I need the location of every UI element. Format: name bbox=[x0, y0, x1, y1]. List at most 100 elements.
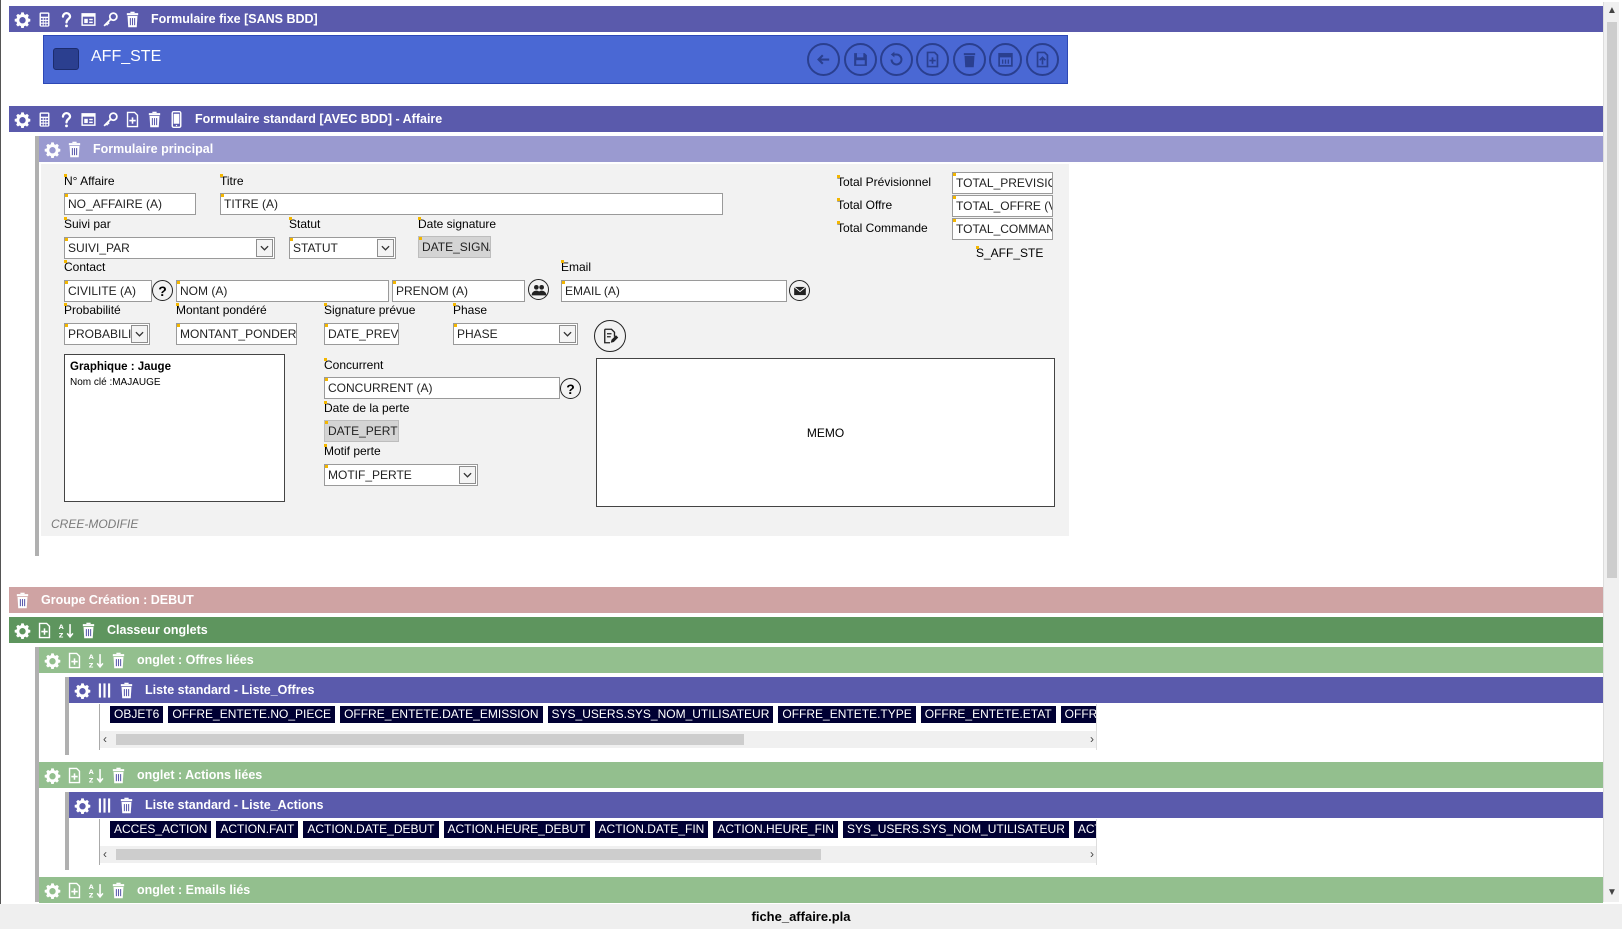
signature-prevue-field[interactable]: DATE_PREVI bbox=[324, 323, 399, 345]
column-header[interactable]: OFFRE_ENTETE.ETAT bbox=[920, 706, 1056, 723]
gear-icon[interactable] bbox=[41, 138, 63, 160]
tab-actions-bar[interactable]: onglet : Actions liées bbox=[39, 762, 1603, 788]
back-arrow-icon[interactable] bbox=[807, 43, 840, 76]
scroll-thumb[interactable] bbox=[116, 734, 744, 745]
chevron-down-icon[interactable]: ▼ bbox=[1604, 886, 1620, 900]
trash-icon[interactable] bbox=[143, 108, 165, 130]
classeur-onglets-bar[interactable]: Classeur onglets bbox=[9, 617, 1603, 643]
delete-icon[interactable] bbox=[953, 43, 986, 76]
titre-field[interactable]: TITRE (A) bbox=[220, 193, 723, 215]
sort-icon[interactable] bbox=[55, 619, 77, 641]
chevron-down-icon[interactable] bbox=[559, 325, 576, 343]
help-icon[interactable]: ? bbox=[152, 280, 173, 301]
main-form-bar[interactable]: Formulaire principal bbox=[39, 136, 1603, 162]
list-actions-scrollbar[interactable]: ‹ › bbox=[100, 846, 1096, 863]
column-header[interactable]: ACCES_ACTION bbox=[110, 821, 212, 838]
tab-offres-bar[interactable]: onglet : Offres liées bbox=[39, 647, 1603, 673]
column-header[interactable]: ACTION.HEURE_DEBUT bbox=[443, 821, 590, 838]
list-actions-bar[interactable]: Liste standard - Liste_Actions bbox=[69, 792, 1603, 818]
column-header[interactable]: OFFRE_EN bbox=[1060, 706, 1096, 723]
chevron-down-icon[interactable] bbox=[377, 239, 394, 257]
chevron-left-icon[interactable]: ‹ bbox=[103, 846, 107, 863]
column-header[interactable]: ACTION.DATE_FIN bbox=[594, 821, 709, 838]
groupe-creation-bar[interactable]: Groupe Création : DEBUT bbox=[9, 587, 1603, 613]
statut-select[interactable]: STATUT bbox=[289, 237, 396, 259]
columns-icon[interactable] bbox=[93, 679, 115, 701]
calculator-icon[interactable] bbox=[33, 108, 55, 130]
column-header[interactable]: ACTIC bbox=[1073, 821, 1096, 838]
no-affaire-field[interactable]: NO_AFFAIRE (A) bbox=[64, 193, 196, 215]
chevron-left-icon[interactable]: ‹ bbox=[103, 731, 107, 748]
undo-icon[interactable] bbox=[880, 43, 913, 76]
tab-emails-bar[interactable]: onglet : Emails liés bbox=[39, 877, 1603, 903]
total-offre-field[interactable]: TOTAL_OFFRE (V bbox=[952, 195, 1053, 217]
new-document-icon[interactable] bbox=[916, 43, 949, 76]
scroll-thumb[interactable] bbox=[116, 849, 821, 860]
gear-icon[interactable] bbox=[11, 8, 33, 30]
export-icon[interactable] bbox=[1026, 43, 1059, 76]
help-icon[interactable] bbox=[55, 108, 77, 130]
motif-perte-select[interactable]: MOTIF_PERTE bbox=[324, 464, 478, 486]
trash-icon[interactable] bbox=[107, 649, 129, 671]
vertical-scrollbar[interactable]: ▲ ▼ bbox=[1603, 2, 1619, 902]
gear-icon[interactable] bbox=[71, 679, 93, 701]
key-icon[interactable] bbox=[99, 108, 121, 130]
montant-pondere-field[interactable]: MONTANT_PONDER bbox=[176, 323, 297, 345]
gear-icon[interactable] bbox=[41, 879, 63, 901]
date-signature-field[interactable]: DATE_SIGNA bbox=[418, 236, 491, 258]
column-header[interactable]: ACTION.HEURE_FIN bbox=[713, 821, 839, 838]
prenom-field[interactable]: PRENOM (A) bbox=[392, 280, 525, 302]
nom-field[interactable]: NOM (A) bbox=[176, 280, 389, 302]
key-icon[interactable] bbox=[99, 8, 121, 30]
sort-icon[interactable] bbox=[85, 764, 107, 786]
column-header[interactable]: SYS_USERS.SYS_NOM_UTILISATEUR bbox=[547, 706, 774, 723]
column-header[interactable]: OBJET6 bbox=[110, 706, 164, 723]
date-perte-field[interactable]: DATE_PERTI bbox=[324, 420, 399, 442]
chevron-down-icon[interactable] bbox=[459, 466, 476, 484]
gear-icon[interactable] bbox=[11, 619, 33, 641]
trash-icon[interactable] bbox=[11, 589, 33, 611]
add-page-icon[interactable] bbox=[63, 879, 85, 901]
list-actions-grid[interactable]: ACCES_ACTION ACTION.FAIT ACTION.DATE_DEBUT… bbox=[99, 819, 1097, 865]
columns-icon[interactable] bbox=[93, 794, 115, 816]
column-header[interactable]: ACTION.FAIT bbox=[216, 821, 299, 838]
help-icon[interactable] bbox=[55, 8, 77, 30]
memo-area[interactable]: MEMO bbox=[596, 358, 1055, 507]
help-icon[interactable]: ? bbox=[560, 378, 581, 399]
gauge-chart-placeholder[interactable]: Graphique : Jauge Nom clé :MAJAUGE bbox=[64, 354, 285, 502]
list-offres-bar[interactable]: Liste standard - Liste_Offres bbox=[69, 677, 1603, 703]
chevron-right-icon[interactable]: › bbox=[1090, 846, 1094, 863]
layout-icon[interactable] bbox=[77, 108, 99, 130]
fixed-form-panel[interactable]: AFF_STE bbox=[43, 35, 1068, 84]
civilite-field[interactable]: CIVILITE (A) bbox=[64, 280, 152, 302]
list-offres-scrollbar[interactable]: ‹ › bbox=[100, 731, 1096, 748]
column-header[interactable]: OFFRE_ENTETE.DATE_EMISSION bbox=[340, 706, 543, 723]
trash-icon[interactable] bbox=[115, 679, 137, 701]
mail-icon[interactable] bbox=[789, 280, 810, 301]
sort-icon[interactable] bbox=[85, 879, 107, 901]
layout-icon[interactable] bbox=[77, 8, 99, 30]
trash-icon[interactable] bbox=[121, 8, 143, 30]
chevron-down-icon[interactable] bbox=[256, 239, 273, 257]
trash-icon[interactable] bbox=[107, 879, 129, 901]
add-page-icon[interactable] bbox=[121, 108, 143, 130]
trash-icon[interactable] bbox=[115, 794, 137, 816]
list-offres-grid[interactable]: OBJET6 OFFRE_ENTETE.NO_PIECE OFFRE_ENTETE.… bbox=[99, 704, 1097, 750]
add-page-icon[interactable] bbox=[33, 619, 55, 641]
total-commande-field[interactable]: TOTAL_COMMAN bbox=[952, 218, 1053, 240]
fixed-form-bar[interactable]: Formulaire fixe [SANS BDD] bbox=[9, 6, 1603, 32]
probabilite-select[interactable]: PROBABILIT bbox=[64, 323, 150, 345]
suivi-par-select[interactable]: SUIVI_PAR bbox=[64, 237, 275, 259]
chevron-right-icon[interactable]: › bbox=[1090, 731, 1094, 748]
trash-icon[interactable] bbox=[63, 138, 85, 160]
save-icon[interactable] bbox=[844, 43, 877, 76]
total-previsionnel-field[interactable]: TOTAL_PREVISIO bbox=[952, 172, 1053, 194]
column-header[interactable]: SYS_USERS.SYS_NOM_UTILISATEUR bbox=[843, 821, 1069, 838]
add-page-icon[interactable] bbox=[63, 649, 85, 671]
chevron-up-icon[interactable]: ▲ bbox=[1604, 4, 1620, 18]
gear-icon[interactable] bbox=[41, 764, 63, 786]
column-header[interactable]: OFFRE_ENTETE.NO_PIECE bbox=[168, 706, 336, 723]
gear-icon[interactable] bbox=[41, 649, 63, 671]
email-field[interactable]: EMAIL (A) bbox=[561, 280, 787, 302]
column-header[interactable]: OFFRE_ENTETE.TYPE bbox=[778, 706, 916, 723]
